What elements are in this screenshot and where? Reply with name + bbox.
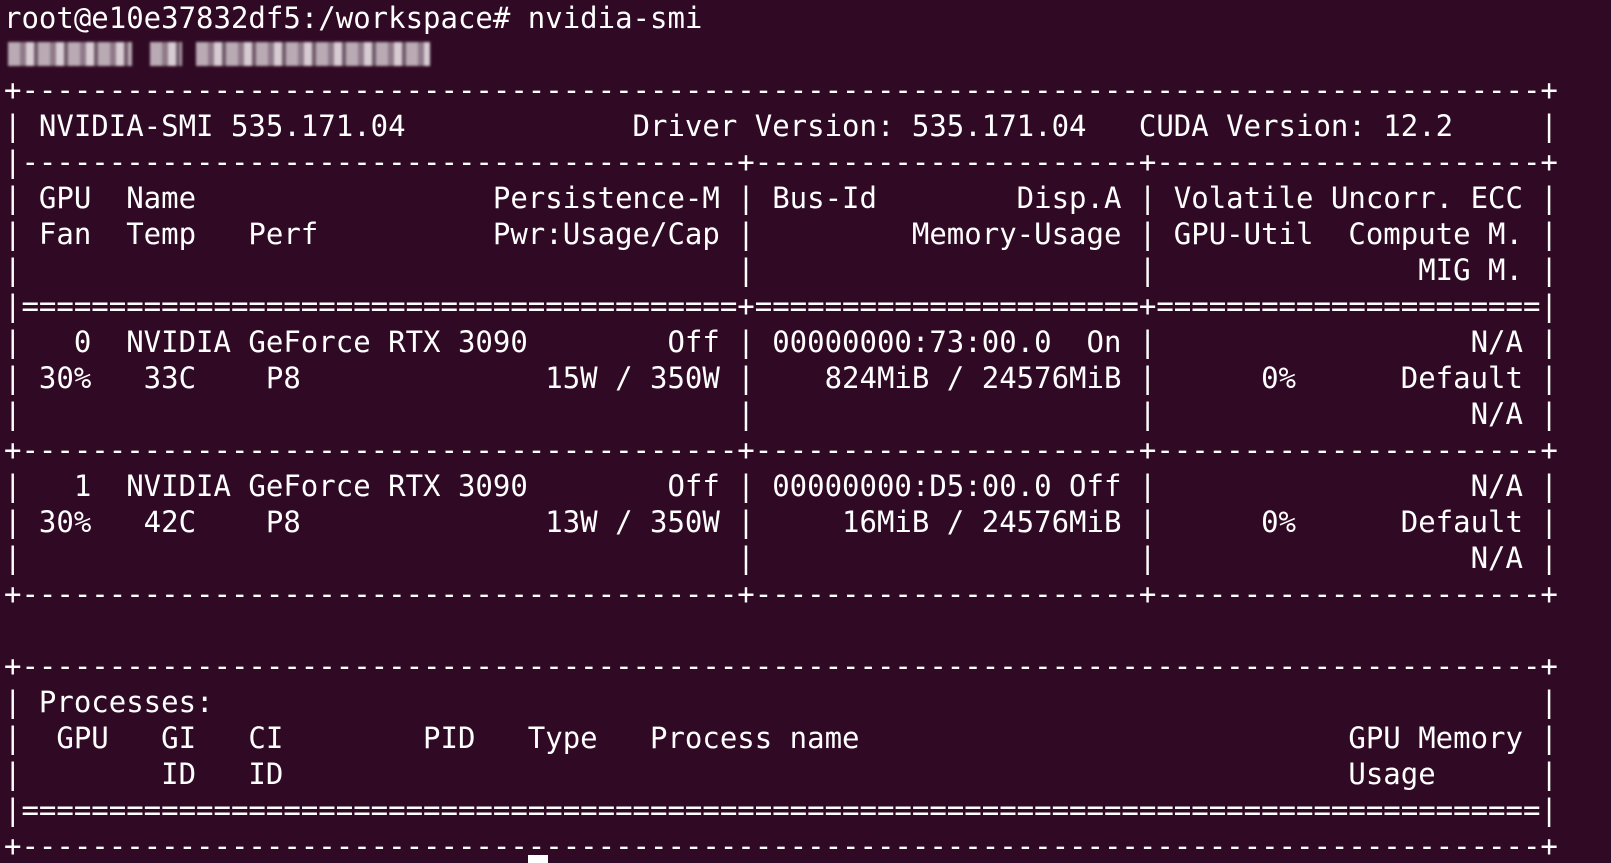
processes-separator-equal: |=======================================… (4, 793, 1558, 827)
table-separator-equal: |=======================================… (4, 289, 1558, 323)
processes-header-row-1: | GPU GI CI PID Type Process name GPU Me… (4, 721, 1558, 755)
table-border-top: +---------------------------------------… (4, 73, 1558, 107)
gpu-1-row-1: | 1 NVIDIA GeForce RTX 3090 Off | 000000… (4, 469, 1558, 503)
gpu-0-row-1: | 0 NVIDIA GeForce RTX 3090 Off | 000000… (4, 325, 1558, 359)
processes-header-row-2: | ID ID Usage | (4, 757, 1558, 791)
shell-prompt: root@e10e37832df5:/workspace# (4, 1, 528, 35)
command-text: nvidia-smi (527, 1, 703, 35)
redacted-block (196, 42, 430, 66)
redacted-block (150, 42, 182, 66)
column-header-row-3: | | | MIG M. | (4, 253, 1558, 287)
gpu-table-border-bottom: +---------------------------------------… (4, 577, 1558, 611)
gpu-0-row-3: | | | N/A | (4, 397, 1558, 431)
table-separator: |---------------------------------------… (4, 145, 1558, 179)
command-line: root@e10e37832df5:/workspace# nvidia-smi (4, 0, 1611, 36)
gpu-row-separator: +---------------------------------------… (4, 433, 1558, 467)
column-header-row-1: | GPU Name Persistence-M | Bus-Id Disp.A… (4, 181, 1558, 215)
processes-title: | Processes: | (4, 685, 1558, 719)
gpu-1-row-2: | 30% 42C P8 13W / 350W | 16MiB / 24576M… (4, 505, 1558, 539)
column-header-row-2: | Fan Temp Perf Pwr:Usage/Cap | Memory-U… (4, 217, 1558, 251)
processes-border-top: +---------------------------------------… (4, 649, 1558, 683)
redacted-timestamp (4, 36, 1611, 72)
text-cursor (528, 855, 548, 863)
redacted-block (8, 42, 132, 66)
gpu-0-row-2: | 30% 33C P8 15W / 350W | 824MiB / 24576… (4, 361, 1558, 395)
version-header: | NVIDIA-SMI 535.171.04 Driver Version: … (4, 109, 1558, 143)
terminal-window[interactable]: root@e10e37832df5:/workspace# nvidia-smi… (0, 0, 1611, 863)
processes-border-bottom: +---------------------------------------… (4, 829, 1558, 863)
gpu-1-row-3: | | | N/A | (4, 541, 1558, 575)
